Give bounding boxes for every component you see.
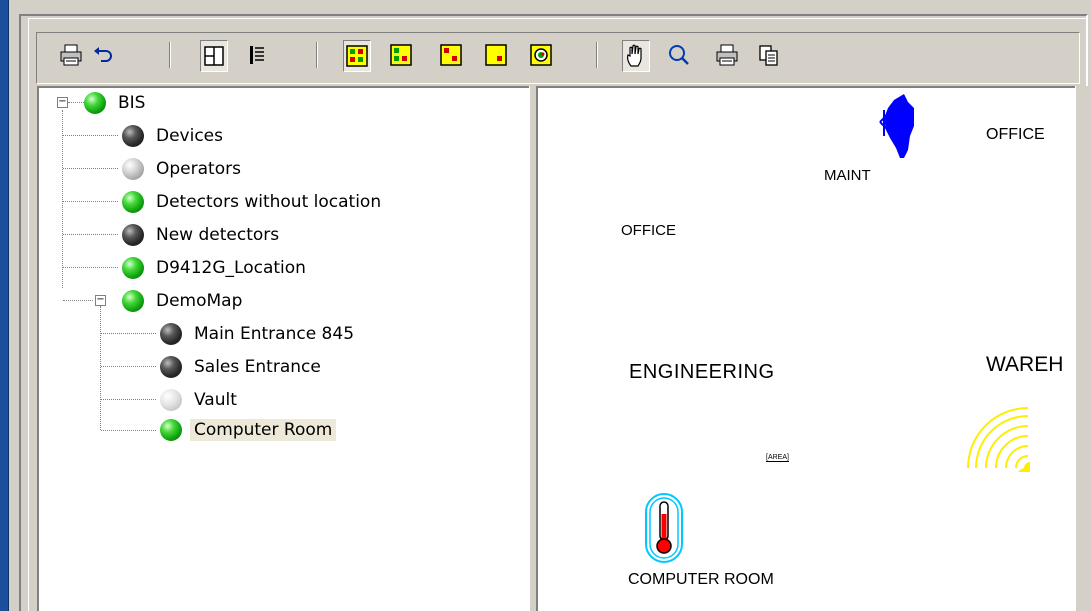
wireless-signal-icon[interactable] (966, 406, 1030, 472)
find-detector-button[interactable] (528, 40, 554, 70)
pane-splitter[interactable] (529, 86, 537, 611)
undo-button[interactable] (90, 40, 116, 70)
tree-connector (63, 234, 118, 235)
filter-all-button[interactable] (343, 40, 371, 72)
status-inactive-icon (122, 125, 144, 147)
toolbar-separator (596, 42, 598, 68)
tree-item-label: Vault (194, 390, 237, 410)
status-ok-icon (122, 290, 144, 312)
filter-alarm-button[interactable] (388, 40, 414, 70)
list-view-icon (250, 46, 264, 64)
print-icon (60, 44, 82, 66)
toolbar-separator (169, 42, 171, 68)
tree-item-operators[interactable]: Operators (122, 155, 245, 183)
tree-item-new-detectors[interactable]: New detectors (122, 221, 283, 249)
print-map-icon (716, 44, 738, 66)
thermometer-icon[interactable] (644, 492, 684, 564)
tree-item-label: Main Entrance 845 (194, 324, 355, 344)
search-detector-icon (530, 44, 552, 66)
tree-connector (63, 267, 118, 268)
tree-item-label: Sales Entrance (194, 357, 321, 377)
tree-connector (62, 110, 63, 288)
tree-item-label: Devices (156, 126, 223, 146)
tree-item-label: BIS (118, 93, 146, 113)
status-inactive-icon (160, 356, 182, 378)
hand-pan-icon (627, 44, 642, 67)
tree-connector (101, 333, 156, 334)
map-label-engineering: ENGINEERING (629, 361, 775, 383)
zoom-button[interactable] (666, 40, 692, 70)
location-tree[interactable]: − − BIS Devices Operators Detectors with… (37, 86, 529, 611)
tree-item-demomap[interactable]: DemoMap (122, 287, 246, 315)
undo-icon (94, 47, 112, 62)
map-label-warehouse: WAREH (986, 353, 1064, 376)
tree-item-devices[interactable]: Devices (122, 122, 227, 150)
filter-fault-button[interactable] (483, 40, 509, 70)
status-inactive-icon (122, 224, 144, 246)
tree-item-label: D9412G_Location (156, 258, 306, 278)
collapse-demomap-toggle[interactable]: − (95, 295, 106, 306)
tree-connector (101, 430, 156, 431)
toolbar (36, 32, 1080, 84)
map-label-maint: MAINT (824, 167, 871, 184)
zoom-icon (669, 45, 689, 65)
window-right-edge (1075, 86, 1091, 611)
tree-connector (100, 306, 101, 430)
copy-button[interactable] (756, 40, 782, 70)
tree-item-vault[interactable]: Vault (160, 386, 241, 414)
tree-connector (63, 135, 118, 136)
tree-item-sales-entrance[interactable]: Sales Entrance (160, 353, 325, 381)
print-map-button[interactable] (714, 40, 740, 70)
map-label-computer-room: COMPUTER ROOM (628, 571, 774, 588)
window-title-fragment: ... (1075, 0, 1085, 3)
toolbar-separator (316, 42, 318, 68)
status-fault-icon (485, 44, 507, 66)
map-label-office: OFFICE (986, 126, 1045, 143)
map-label-area: [AREA] (766, 454, 789, 462)
status-ok-icon (122, 191, 144, 213)
status-disabled-icon (160, 389, 182, 411)
copy-icon (759, 45, 778, 66)
tree-map-view-button[interactable] (200, 40, 228, 72)
status-ok-icon (160, 419, 182, 441)
tree-item-label: Operators (156, 159, 241, 179)
tree-item-bis[interactable]: BIS (84, 89, 149, 117)
tree-item-d9412g-location[interactable]: D9412G_Location (122, 254, 310, 282)
tree-item-computer-room[interactable]: Computer Room (160, 416, 337, 444)
title-bar: ... (9, 0, 1091, 8)
list-view-button[interactable] (244, 40, 270, 70)
status-ok-icon (122, 257, 144, 279)
maintenance-device-icon[interactable] (878, 92, 922, 162)
map-view[interactable]: OFFICE MAINT OFFICE ENGINEERING WAREH [A… (537, 86, 1075, 611)
collapse-bis-toggle[interactable]: − (57, 97, 68, 108)
tree-item-detectors-without-location[interactable]: Detectors without location (122, 188, 385, 216)
tree-item-label: New detectors (156, 225, 280, 245)
tree-connector (101, 399, 156, 400)
tree-connector (63, 300, 93, 301)
status-inactive-icon (160, 323, 182, 345)
status-trouble-icon (440, 44, 462, 66)
status-alarm-icon (390, 44, 412, 66)
tree-connector (63, 168, 118, 169)
tree-item-label: Detectors without location (156, 192, 382, 212)
pan-button[interactable] (622, 40, 650, 72)
status-all-icon (346, 45, 368, 67)
map-label-office: OFFICE (621, 222, 676, 239)
tree-item-label: DemoMap (156, 291, 243, 311)
status-unknown-icon (122, 158, 144, 180)
window-left-edge (0, 0, 9, 611)
layout-tree-map-icon (204, 46, 224, 66)
tree-item-main-entrance-845[interactable]: Main Entrance 845 (160, 320, 358, 348)
filter-trouble-button[interactable] (438, 40, 464, 70)
tree-connector (101, 366, 156, 367)
print-button[interactable] (58, 40, 84, 70)
tree-connector (63, 201, 118, 202)
tree-connector (68, 102, 84, 103)
tree-item-label: Computer Room (190, 419, 337, 441)
status-ok-icon (84, 92, 106, 114)
